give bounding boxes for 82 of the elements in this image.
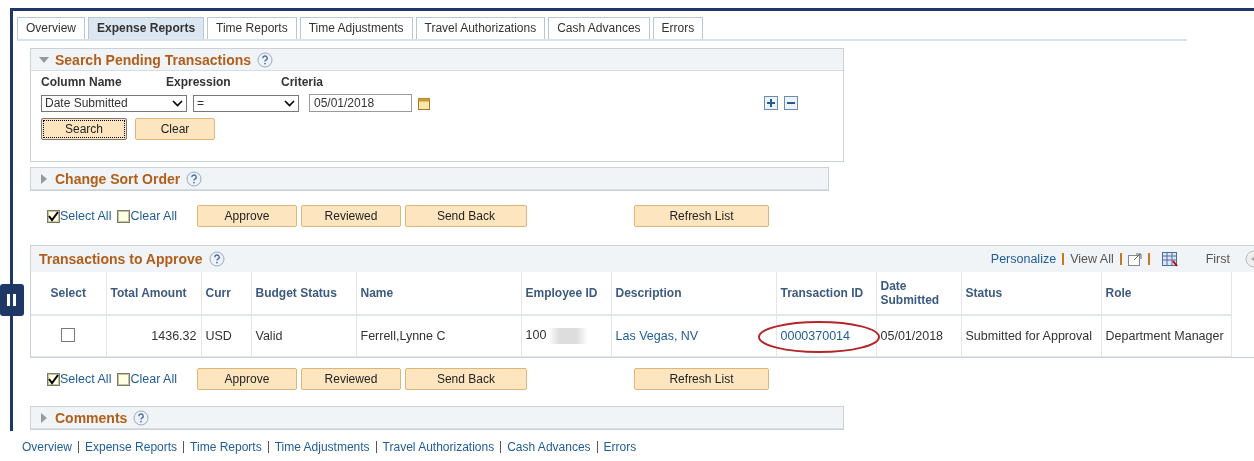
personalize-link[interactable]: Personalize (990, 252, 1057, 266)
panel-title: Search Pending Transactions (55, 51, 252, 68)
action-button[interactable]: Reviewed (300, 368, 401, 390)
clear-all-link[interactable]: Clear All (130, 209, 177, 223)
field-label: Expression (166, 75, 232, 89)
help-icon[interactable] (208, 251, 225, 267)
footer-link[interactable]: Expense Reports (85, 440, 178, 454)
expand-triangle-icon[interactable] (39, 412, 49, 423)
description-link[interactable]: Las Vegas, NV (615, 329, 699, 343)
clear-all-link[interactable]: Clear All (130, 372, 177, 386)
caret-icon (172, 99, 183, 107)
remove-icon[interactable] (784, 96, 798, 110)
column-header: Curr (201, 272, 251, 315)
redaction-blur (548, 328, 589, 344)
column-header: Select (31, 272, 106, 315)
checkbox[interactable] (117, 209, 131, 223)
help-icon[interactable] (133, 409, 150, 426)
column-header: Description (611, 272, 776, 315)
column-header: Employee ID (521, 272, 611, 315)
select-all-link[interactable]: Select All (60, 372, 112, 386)
column-name-dropdown[interactable]: Date Submitted (41, 94, 187, 112)
help-icon[interactable] (186, 170, 203, 187)
column-header: Budget Status (251, 272, 356, 315)
action-button[interactable]: Send Back (404, 205, 527, 227)
column-header: Role (1101, 272, 1231, 315)
select-all-link[interactable]: Select All (60, 209, 112, 223)
panel-title: Comments (55, 409, 128, 426)
table-cell: Ferrell,Lynne C (360, 329, 446, 343)
action-button[interactable]: Approve (196, 205, 297, 227)
action-button[interactable]: Reviewed (300, 205, 401, 227)
table-cell: Submitted for Approval (965, 329, 1092, 343)
tab[interactable]: Errors (652, 17, 704, 39)
tab[interactable]: Travel Authorizations (415, 17, 546, 39)
caret-icon (284, 99, 295, 107)
field-label: Criteria (281, 75, 325, 89)
expand-triangle-icon[interactable] (39, 54, 49, 65)
tab[interactable]: Overview (17, 17, 85, 39)
popup-icon[interactable] (1127, 252, 1142, 266)
calendar-icon[interactable] (418, 96, 430, 110)
footer-link[interactable]: Errors (603, 440, 637, 454)
grid-title: Transactions to Approve (39, 251, 203, 267)
clear-button[interactable]: Clear (135, 118, 215, 140)
footer-link[interactable]: Overview (22, 440, 72, 454)
first-label: First (1205, 252, 1230, 266)
table-cell: USD (205, 329, 232, 343)
checkbox[interactable] (47, 372, 60, 386)
panel-title: Change Sort Order (55, 170, 181, 187)
field-label: Column Name (41, 75, 123, 89)
table-cell: 1436.32 (151, 329, 197, 343)
refresh-list-button[interactable]: Refresh List (633, 205, 769, 227)
add-icon[interactable] (764, 96, 778, 110)
expand-triangle-icon[interactable] (39, 173, 49, 184)
criteria-field[interactable]: 05/01/2018 (309, 94, 412, 112)
table-cell: 100 (525, 328, 547, 343)
expression-dropdown[interactable]: = (193, 94, 299, 112)
checkbox[interactable] (47, 209, 60, 223)
tab[interactable]: Time Adjustments (299, 17, 413, 39)
help-icon[interactable] (257, 51, 274, 68)
footer-link[interactable]: Cash Advances (507, 440, 591, 454)
footer-link[interactable]: Time Adjustments (274, 440, 370, 454)
table-cell: Department Manager (1105, 329, 1224, 343)
footer-link[interactable]: Time Reports (190, 440, 262, 454)
column-header: Name (356, 272, 521, 315)
tab[interactable]: Time Reports (207, 17, 297, 39)
grid-download-icon[interactable] (1161, 251, 1178, 267)
column-header: Status (961, 272, 1101, 315)
pull-tab-icon[interactable] (0, 284, 24, 316)
column-header: Date Submitted (876, 272, 961, 315)
refresh-list-button[interactable]: Refresh List (633, 368, 769, 390)
action-button[interactable]: Approve (196, 368, 297, 390)
checkbox[interactable] (117, 372, 131, 386)
table-cell: 05/01/2018 (880, 329, 944, 343)
footer-link[interactable]: Travel Authorizations (382, 440, 495, 454)
action-button[interactable]: Send Back (404, 368, 527, 390)
column-header: Transaction ID (776, 272, 876, 315)
view-all-link[interactable]: View All (1070, 252, 1114, 266)
tab[interactable]: Cash Advances (548, 17, 650, 39)
search-button[interactable]: Search (41, 118, 127, 140)
row-checkbox[interactable] (61, 327, 76, 342)
tab[interactable]: Expense Reports (88, 17, 205, 39)
table-cell: Valid (255, 329, 283, 343)
column-header: Total Amount (106, 272, 201, 315)
